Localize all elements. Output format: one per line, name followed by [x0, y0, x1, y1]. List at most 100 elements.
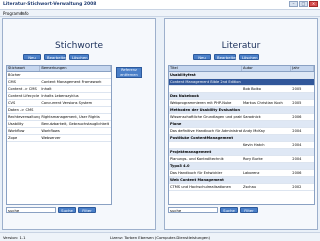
keyword-cell: Usability	[8, 122, 24, 126]
title-cell: CTMS und Hochschulrealisationen	[170, 185, 232, 189]
author-cell	[242, 163, 291, 169]
year-cell	[291, 72, 314, 78]
keyword-row[interactable]: CVS Concurrent Versions System	[7, 100, 111, 107]
author-cell	[242, 177, 291, 183]
delete-keyword-button[interactable]: Löschen	[69, 54, 89, 60]
year-cell: 2004	[292, 143, 302, 147]
column-header[interactable]: Autor	[242, 66, 292, 71]
year-cell	[291, 79, 314, 85]
author-cell: Bob Boiko	[242, 87, 261, 91]
remark-cell: Inhalt	[41, 87, 52, 91]
literature-row[interactable]: Kevin Hatch 2004	[169, 142, 314, 149]
year-cell: 2004	[292, 129, 302, 133]
keyword-row[interactable]: Content -> CMS Inhalt	[7, 86, 111, 93]
title-cell: Wissenschaftliche Grundlagen und praktis…	[170, 115, 242, 119]
keyword-search-input[interactable]: suche	[6, 207, 56, 213]
title-cell: Das Handbuch für Entwickler	[170, 171, 223, 175]
literature-group-row[interactable]: Web Content Management	[169, 177, 314, 184]
keyword-cell: CVS	[8, 101, 16, 105]
year-cell: 2005	[292, 87, 302, 91]
keyword-row[interactable]: Rechteverwaltung Rightsmanagement, User R…	[7, 114, 111, 121]
title-bar: Literatur-Stichwort-Verwaltung 2008 – □ …	[0, 0, 320, 10]
literature-title: Literatur	[221, 41, 261, 51]
literature-group-row[interactable]: Projektmanagement	[169, 149, 314, 156]
literature-row[interactable]: CTMS und Hochschulrealisationen Zschau 200…	[169, 184, 314, 191]
new-literature-button[interactable]: Neu	[193, 54, 211, 60]
remark-cell: Concurrent Versions System	[41, 101, 93, 105]
year-cell	[291, 135, 314, 141]
year-cell: 2005	[292, 101, 302, 105]
version-text: Version: 1.1	[3, 235, 26, 240]
delete-literature-button[interactable]: Löschen	[239, 54, 259, 60]
keywords-table: Stichwort Bemerkungen Bücher CMS Content M…	[6, 65, 112, 205]
remark-cell	[40, 72, 111, 78]
author-cell	[242, 149, 291, 155]
keywords-panel: Stichworte Neu Bearbeiten Löschen Stichw…	[2, 18, 156, 230]
edit-literature-button[interactable]: Bearbeiten	[214, 54, 238, 60]
literature-group-row[interactable]: Content Management Bible 2nd Edition	[169, 79, 314, 86]
keywords-title: Stichworte	[54, 41, 104, 51]
close-icon[interactable]: ×	[309, 1, 318, 7]
keyword-search-button[interactable]: Suche	[58, 207, 76, 213]
keyword-cell: Rechteverwaltung	[8, 115, 41, 119]
menu-info[interactable]: Info	[21, 11, 29, 16]
title-cell: Planungs- und Kontrolltechnik	[170, 157, 224, 161]
title-cell	[169, 142, 242, 148]
author-cell: Sarodnick	[242, 115, 261, 119]
literature-row[interactable]: Bob Boiko 2005	[169, 86, 314, 93]
literature-group-row[interactable]: Typo3 4.0	[169, 163, 314, 170]
literature-group-row[interactable]: Das Nukebook	[169, 93, 314, 100]
remark-cell: Inhalts Lebenszyklus	[41, 94, 79, 98]
year-cell	[291, 163, 314, 169]
literature-row[interactable]: Planungs- und Kontrolltechnik Rory Burke 2…	[169, 156, 314, 163]
year-cell	[291, 149, 314, 155]
literature-group-row[interactable]: Plone	[169, 121, 314, 128]
year-cell	[291, 121, 314, 127]
maximize-icon[interactable]: □	[299, 1, 308, 7]
literature-search-button[interactable]: Suche	[220, 207, 238, 213]
remark-cell: Webserver	[41, 136, 61, 140]
keyword-row[interactable]: Daten -> CMS	[7, 107, 111, 114]
column-header[interactable]: Stichwort	[7, 66, 41, 71]
year-cell	[291, 107, 314, 113]
keyword-cell: Bücher	[8, 73, 21, 77]
keyword-row[interactable]: Content Lifecycle Inhalts Lebenszyklus	[7, 93, 111, 100]
remove-reference-button[interactable]: Referenz entfernen	[116, 67, 142, 78]
author-cell	[242, 72, 291, 78]
column-header[interactable]: Jahr	[291, 66, 314, 71]
keyword-row[interactable]: Bücher	[7, 72, 111, 79]
literature-row[interactable]: Das Handbuch für Entwickler Laborenz 2006	[169, 170, 314, 177]
title-cell: Webprogrammieren mit PHP-Nuke	[170, 101, 232, 105]
literature-group-row[interactable]: Methoden der Usability Evaluation	[169, 107, 314, 114]
year-cell: 2006	[292, 115, 302, 119]
author-cell	[242, 107, 291, 113]
keyword-cell: Zope	[8, 136, 18, 140]
column-header[interactable]: Titel	[169, 66, 242, 71]
literature-row[interactable]: Wissenschaftliche Grundlagen und praktis…	[169, 114, 314, 121]
keyword-cell: CMS	[8, 80, 16, 84]
keyword-row[interactable]: CMS Content Management Framework	[7, 79, 111, 86]
keyword-filter-button[interactable]: Filter	[78, 207, 96, 213]
literature-search-input[interactable]: suche	[168, 207, 218, 213]
edit-keyword-button[interactable]: Bearbeiten	[44, 54, 68, 60]
keyword-row[interactable]: Zope Webserver	[7, 135, 111, 142]
minimize-icon[interactable]: –	[289, 1, 298, 7]
title-cell: Methoden der Usability Evaluation	[170, 108, 241, 112]
column-header[interactable]: Bemerkungen	[40, 66, 111, 71]
new-keyword-button[interactable]: Neu	[23, 54, 41, 60]
license-text: Lizenz: Torben Ebersen (Computer-Dienstl…	[110, 235, 210, 240]
literature-row[interactable]: Das definitive Handbuch für Administrato…	[169, 128, 314, 135]
literature-group-row[interactable]: PostNuke ContentManagement	[169, 135, 314, 142]
author-cell: Laborenz	[242, 171, 260, 175]
literature-group-row[interactable]: Usabilityfest	[169, 72, 314, 79]
keyword-cell: Workflow	[8, 129, 25, 133]
title-cell: Typo3 4.0	[170, 164, 190, 168]
literature-row[interactable]: Webprogrammieren mit PHP-Nuke Markus Chri…	[169, 100, 314, 107]
keyword-row[interactable]: Usability Benutzbarkeit, Gebrauchstauglic…	[7, 121, 111, 128]
author-cell: Markus Christian Koch	[242, 101, 283, 105]
literature-filter-button[interactable]: Filter	[240, 207, 258, 213]
author-cell	[242, 135, 291, 141]
remark-cell: Rightsmanagement, User Rights	[41, 115, 100, 119]
keyword-row[interactable]: Workflow Workflows	[7, 128, 111, 135]
year-cell: 2006	[292, 171, 302, 175]
